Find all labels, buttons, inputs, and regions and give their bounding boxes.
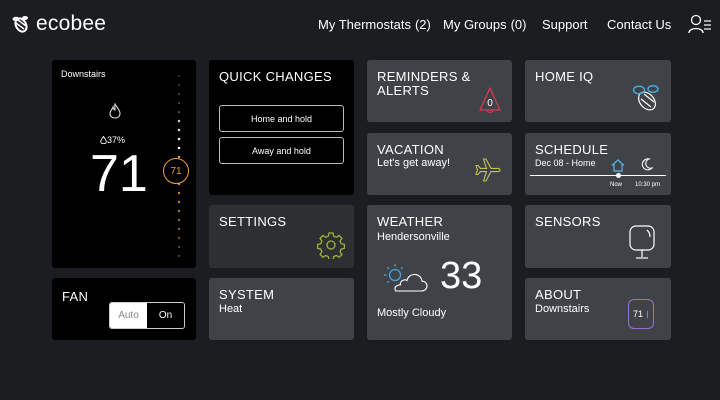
dial-tick [177,128,181,132]
about-tile[interactable]: ABOUT Downstairs 71 [525,278,671,340]
nav-my-thermostats[interactable]: My Thermostats (2) [318,17,431,32]
sensors-title: SENSORS [535,214,601,229]
moon-icon [641,158,653,171]
humidity-drop-icon [100,135,107,145]
nav-label: My Thermostats [318,17,411,32]
fan-title: FAN [62,289,89,304]
nav-my-groups[interactable]: My Groups (0) [443,17,526,32]
dial-tick [178,102,180,104]
airplane-icon [475,158,501,182]
user-menu-icon[interactable] [688,14,712,34]
about-title: ABOUT [535,287,582,302]
home-and-hold-button[interactable]: Home and hold [219,105,344,132]
system-title: SYSTEM [219,287,275,302]
nav-label: My Groups [443,17,507,32]
schedule-tile[interactable]: SCHEDULE Dec 08 - Home Now 10:30 pm [525,133,671,195]
partly-cloudy-icon [384,264,428,292]
settings-title: SETTINGS [219,214,287,229]
settings-tile[interactable]: SETTINGS [209,205,354,268]
home-iq-title: HOME IQ [535,69,594,84]
quick-changes-title: QUICK CHANGES [219,69,332,84]
dial-tick [177,146,181,150]
away-and-hold-button[interactable]: Away and hold [219,137,344,164]
weather-location: Hendersonville [377,231,450,243]
dial-tick [178,75,180,77]
nav-count: (0) [510,17,527,32]
schedule-timeline [530,175,666,176]
flame-icon [109,103,121,119]
dial-tick [177,200,181,204]
ecobee-logo[interactable]: ecobee [10,12,106,36]
fan-auto-option[interactable]: Auto [110,303,147,328]
dial-tick [177,119,181,123]
bee-icon [12,16,28,33]
dial-tick [177,137,181,141]
fan-mode-toggle[interactable]: Auto On [109,302,185,329]
weather-tile[interactable]: WEATHER Hendersonville 33 Mostly Cloudy [367,205,512,340]
dial-tick [178,93,180,95]
nav-contact-us[interactable]: Contact Us [607,17,671,32]
now-marker [616,173,621,178]
dial-tick [177,191,181,195]
dial-tick [177,254,181,258]
system-tile[interactable]: SYSTEM Heat [209,278,354,340]
logo-text: ecobee [36,12,107,35]
dial-tick [177,218,181,222]
setpoint-handle[interactable]: 71 [163,158,189,184]
alert-count: 0 [487,98,493,109]
sensor-icon [629,225,655,259]
schedule-title: SCHEDULE [535,142,609,157]
bee-brain-icon [632,84,659,111]
reminders-title-line2: ALERTS [377,83,430,98]
home-iq-tile[interactable]: HOME IQ [525,60,671,122]
nav-support[interactable]: Support [542,17,588,32]
dial-tick [178,111,180,113]
vacation-title: VACATION [377,142,444,157]
thermostat-tile[interactable]: Downstairs 37% 71 71 [52,60,196,268]
weather-temperature: 33 [440,255,483,297]
weather-title: WEATHER [377,214,444,229]
dial-tick [178,84,180,86]
weather-condition: Mostly Cloudy [377,307,447,319]
next-time-label: 10:30 pm [635,182,661,188]
about-location: Downstairs [535,303,590,315]
thermostat-location: Downstairs [61,69,106,79]
fan-on-option[interactable]: On [147,303,184,328]
reminders-title-line1: REMINDERS & [377,69,471,84]
dial-tick [177,236,181,240]
home-icon [611,159,625,172]
dial-tick [177,227,181,231]
current-temperature: 71 [90,145,148,203]
now-label: Now [610,182,623,188]
reminders-alerts-tile[interactable]: REMINDERS & ALERTS 0 [367,60,512,122]
nav-count: (2) [414,17,431,32]
gear-icon [317,232,345,259]
fan-tile: FAN Auto On [52,278,196,340]
schedule-subtitle: Dec 08 - Home [535,158,596,168]
quick-changes-tile: QUICK CHANGES Home and hold Away and hol… [209,60,354,195]
dial-tick [177,245,181,249]
system-mode: Heat [219,303,243,315]
thermostat-device-indicator [647,311,648,318]
vacation-tile[interactable]: VACATION Let's get away! [367,133,512,195]
dial-tick [177,209,181,213]
vacation-subtitle: Let's get away! [377,157,451,169]
sensors-tile[interactable]: SENSORS [525,205,671,268]
about-badge-value: 71 [633,309,644,319]
